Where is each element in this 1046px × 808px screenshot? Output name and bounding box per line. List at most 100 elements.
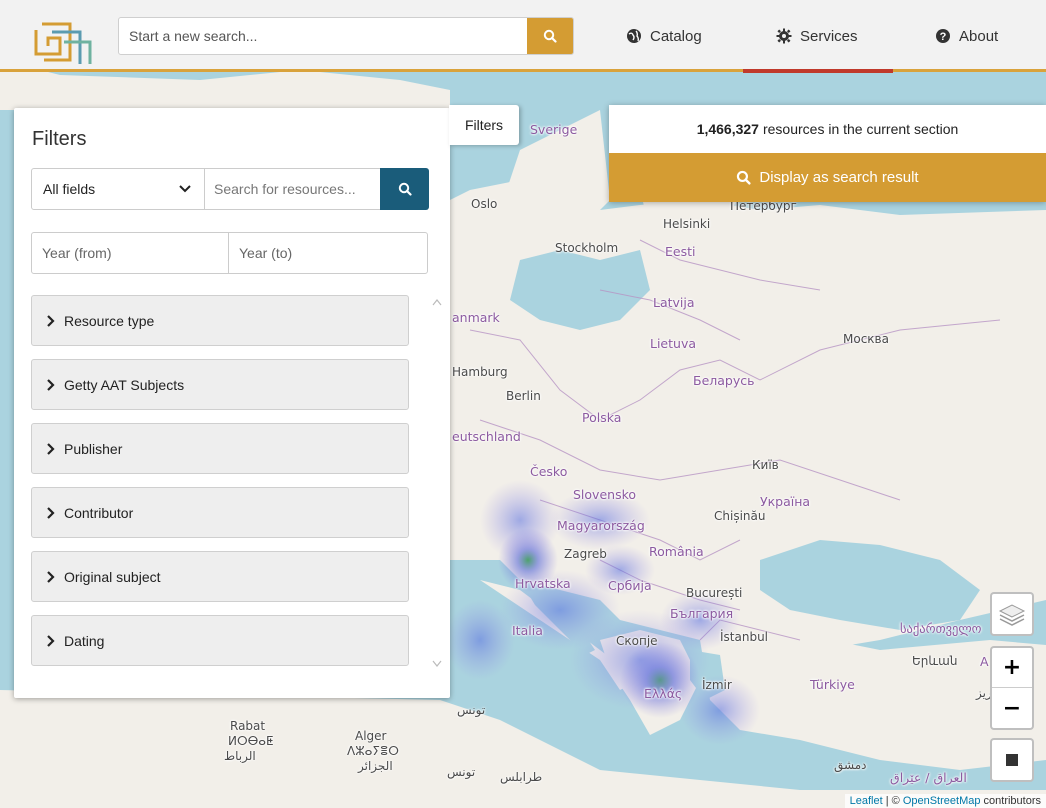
nav-services[interactable]: Services (776, 0, 858, 72)
search-icon (398, 182, 412, 196)
map-label-ukraina: Україна (760, 494, 811, 509)
map-label-moskva: Москва (843, 332, 889, 346)
map-label-alger: Alger (355, 729, 387, 743)
map-label-eesti: Eesti (665, 244, 696, 259)
map-label-hrvatska: Hrvatska (515, 576, 571, 591)
facet-list: Resource type Getty AAT Subjects Publish… (31, 295, 409, 679)
map-label-rabat-tifinagh: ⵍⵔⴱⴰⵟ (228, 734, 274, 748)
chevron-down-icon (179, 185, 191, 193)
map-label-cesko: Česko (530, 464, 568, 479)
map-label-skopje: Скопје (616, 634, 658, 648)
map-label-az: A (980, 654, 989, 669)
map-label-rabat: Rabat (230, 719, 266, 733)
result-count-text: resources in the current section (762, 121, 959, 137)
map-label-magyarorszag: Magyarország (557, 518, 645, 533)
logo-icon (34, 22, 92, 64)
question-icon: ? (935, 28, 951, 44)
zoom-out-button[interactable]: − (992, 688, 1032, 728)
map-label-chisinau: Chișinău (714, 509, 766, 523)
nav-active-indicator (743, 69, 893, 73)
layers-icon (998, 604, 1026, 626)
map-label-tarabulus: طرابلس (500, 770, 543, 784)
facet-label: Contributor (64, 504, 134, 521)
field-select[interactable]: All fields (31, 168, 205, 210)
map-label-berlin: Berlin (506, 389, 541, 403)
site-logo[interactable] (30, 20, 106, 64)
map-label-rabat-ar: الرباط (224, 749, 256, 763)
result-summary: 1,466,327 resources in the current secti… (609, 105, 1046, 202)
stop-control[interactable] (990, 738, 1034, 782)
zoom-control: + − (990, 646, 1034, 730)
map-label-bucuresti: București (686, 586, 743, 600)
layers-control[interactable] (990, 592, 1034, 636)
chevron-right-icon (47, 570, 55, 583)
map-label-izmir: İzmir (702, 678, 732, 692)
nav-catalog[interactable]: Catalog (626, 0, 702, 72)
filters-toggle-tab[interactable]: Filters (449, 105, 519, 145)
global-search-button[interactable] (527, 18, 573, 54)
map-attribution: Leaflet | © OpenStreetMap contributors (844, 794, 1046, 808)
map-label-turkiye: Türkiye (810, 677, 855, 692)
map-label-deutschland: eutschland (452, 429, 521, 444)
map-label-slovensko: Slovensko (573, 487, 637, 502)
map-label-srbija: Србија (608, 578, 652, 593)
leaflet-link[interactable]: Leaflet (850, 795, 883, 807)
map-label-zagreb: Zagreb (564, 547, 607, 561)
attribution-separator: | © (882, 795, 903, 807)
zoom-in-button[interactable]: + (992, 648, 1032, 688)
facet-original-subject[interactable]: Original subject (31, 551, 409, 602)
resource-search-button[interactable] (380, 168, 429, 210)
stop-icon (1006, 754, 1018, 766)
chevron-right-icon (47, 314, 55, 327)
field-select-value: All fields (43, 181, 96, 197)
facet-scrollbar[interactable] (430, 295, 444, 671)
facet-label: Dating (64, 632, 105, 649)
facet-resource-type[interactable]: Resource type (31, 295, 409, 346)
map-label-tunis: تونس (457, 703, 486, 717)
facet-dating[interactable]: Dating (31, 615, 409, 666)
map-label-dimashq: دمشق (834, 758, 867, 772)
year-to-input[interactable]: Year (to) (228, 232, 428, 274)
svg-text:?: ? (940, 31, 947, 43)
facet-publisher[interactable]: Publisher (31, 423, 409, 474)
map-label-oslo: Oslo (471, 197, 498, 211)
map-label-ellada: Ελλάς (644, 686, 683, 701)
map-label-belarus: Беларусь (693, 373, 755, 388)
map-label-romania: România (649, 544, 704, 559)
filters-panel: Filters All fields Search for resources.… (14, 108, 450, 698)
chevron-right-icon (47, 378, 55, 391)
search-icon (543, 29, 557, 43)
osm-link[interactable]: OpenStreetMap (903, 795, 981, 807)
map-label-yerevan: Երևան (912, 654, 958, 668)
facet-getty-aat-subjects[interactable]: Getty AAT Subjects (31, 359, 409, 410)
global-search (118, 17, 574, 55)
result-count-number: 1,466,327 (696, 121, 759, 137)
chevron-right-icon (47, 442, 55, 455)
nav-about[interactable]: ? About (935, 0, 998, 72)
chevron-right-icon (47, 506, 55, 519)
top-navbar: Catalog Services ? About (0, 0, 1046, 73)
map-label-iraq: العراق / عێراق (890, 770, 967, 785)
resource-search-input[interactable]: Search for resources... (204, 168, 381, 210)
map-label-hamburg: Hamburg (452, 365, 508, 379)
nav-services-label: Services (800, 27, 858, 45)
nav-about-label: About (959, 27, 999, 45)
nav-catalog-label: Catalog (650, 27, 702, 45)
facet-label: Publisher (64, 440, 123, 457)
map-label-tunis2: تونس (447, 765, 476, 779)
facet-contributor[interactable]: Contributor (31, 487, 409, 538)
map-label-helsinki: Helsinki (663, 217, 711, 231)
display-as-search-result-button[interactable]: Display as search result (609, 153, 1046, 202)
facet-label: Getty AAT Subjects (64, 376, 185, 393)
map-label-latvija: Latvija (653, 295, 695, 310)
year-from-input[interactable]: Year (from) (31, 232, 229, 274)
global-search-input[interactable] (119, 18, 527, 54)
chevron-right-icon (47, 634, 55, 647)
search-icon (737, 170, 751, 185)
map-label-alger-ar: الجزائر (358, 759, 393, 773)
display-button-label: Display as search result (759, 169, 919, 186)
gear-icon (776, 28, 792, 44)
map-label-kyiv: Київ (752, 458, 779, 472)
map-label-istanbul: İstanbul (720, 630, 769, 644)
result-count: 1,466,327 resources in the current secti… (609, 105, 1046, 153)
